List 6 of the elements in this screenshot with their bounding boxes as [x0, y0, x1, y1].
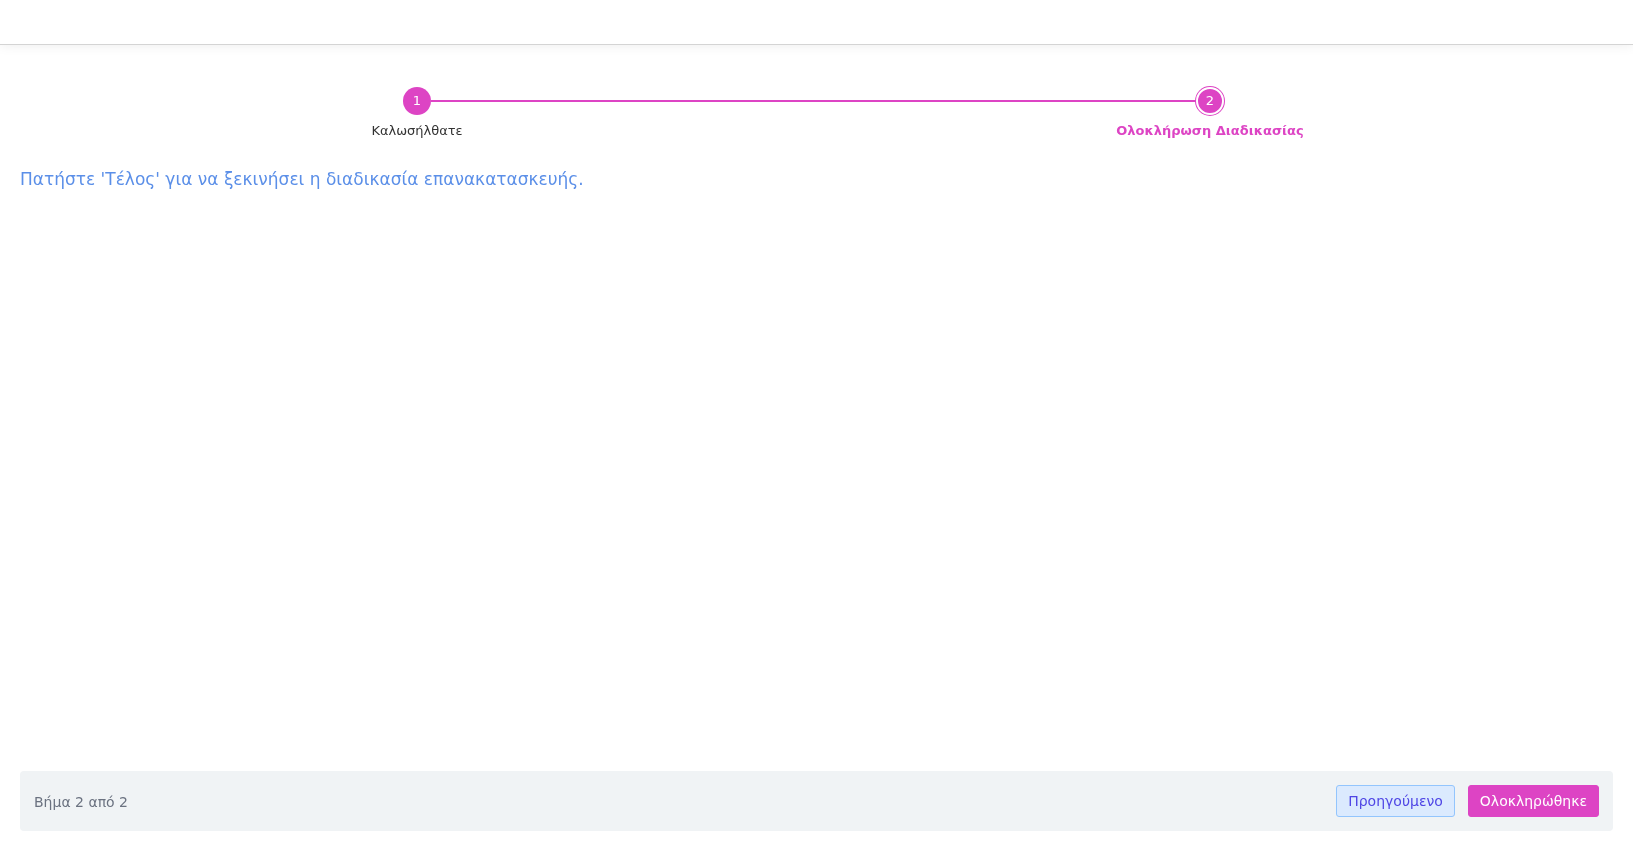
previous-button[interactable]: Προηγούμενο [1336, 785, 1455, 817]
step-label: Καλωσήλθατε [371, 122, 463, 140]
instruction-text: Πατήστε 'Τέλος' για να ξεκινήσει η διαδικασία επανακατασκευής. [20, 167, 585, 191]
step-counter: Βήμα 2 από 2 [34, 792, 128, 812]
finish-button[interactable]: Ολοκληρώθηκε [1467, 785, 1599, 817]
step-label: Ολοκλήρωση Διαδικασίας [1116, 122, 1304, 140]
